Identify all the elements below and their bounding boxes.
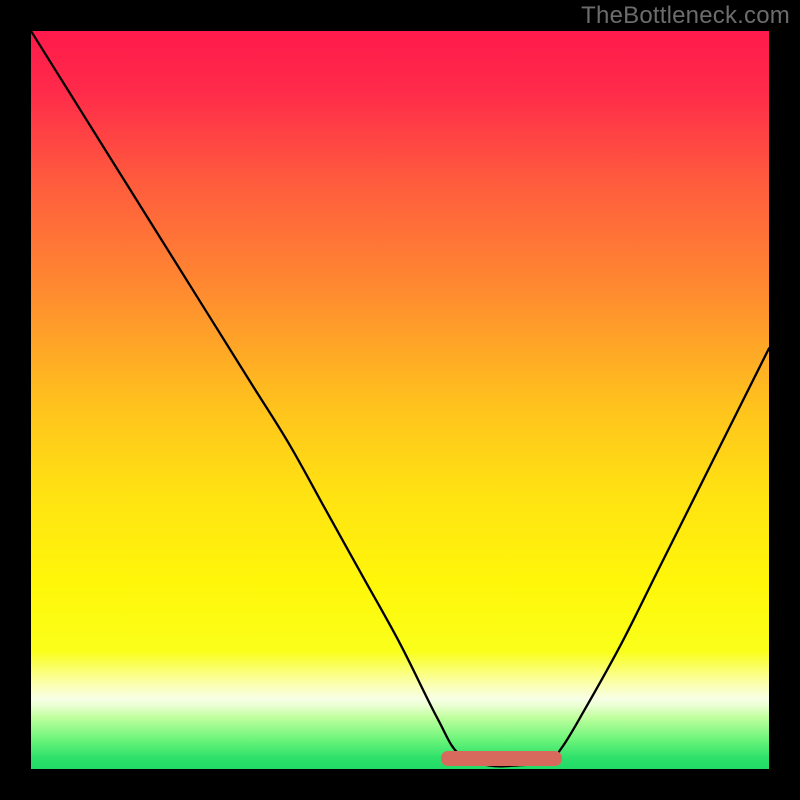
bottleneck-curve (31, 31, 769, 769)
watermark-label: TheBottleneck.com (581, 2, 790, 30)
optimal-range-marker (441, 751, 563, 766)
chart-frame: TheBottleneck.com (0, 0, 800, 800)
plot-area (31, 31, 769, 769)
